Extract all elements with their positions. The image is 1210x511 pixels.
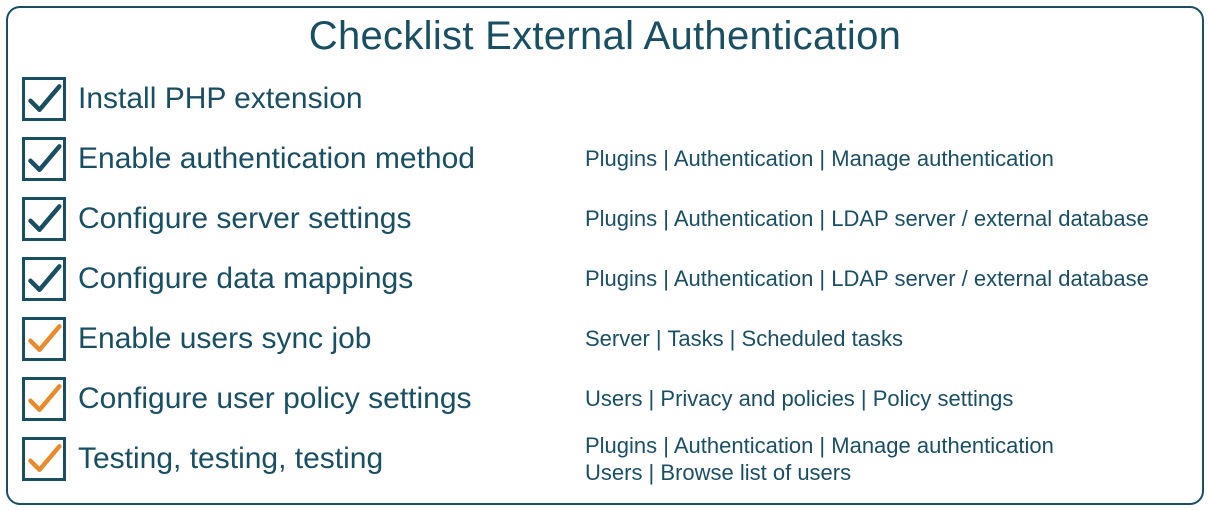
checklist-row: Install PHP extension <box>22 69 1188 129</box>
checkmark-icon <box>26 261 62 297</box>
checkbox <box>22 317 66 361</box>
item-label: Enable authentication method <box>78 142 573 176</box>
item-path: Plugins | Authentication | Manage authen… <box>585 145 1054 173</box>
item-path: Server | Tasks | Scheduled tasks <box>585 325 903 353</box>
panel-title: Checklist External Authentication <box>22 14 1188 59</box>
checklist-row: Enable authentication method Plugins | A… <box>22 129 1188 189</box>
checklist-row: Configure user policy settings Users | P… <box>22 369 1188 429</box>
checklist-row: Configure data mappings Plugins | Authen… <box>22 249 1188 309</box>
item-path: Plugins | Authentication | LDAP server /… <box>585 265 1149 293</box>
item-label: Enable users sync job <box>78 322 573 356</box>
checkmark-icon <box>26 141 62 177</box>
item-path: Users | Privacy and policies | Policy se… <box>585 385 1013 413</box>
item-label: Configure user policy settings <box>78 382 573 416</box>
checkbox <box>22 437 66 481</box>
checkmark-icon <box>26 381 62 417</box>
checklist-row: Enable users sync job Server | Tasks | S… <box>22 309 1188 369</box>
checklist-row: Configure server settings Plugins | Auth… <box>22 189 1188 249</box>
item-label: Testing, testing, testing <box>78 442 573 476</box>
checkbox <box>22 197 66 241</box>
item-path: Plugins | Authentication | LDAP server /… <box>585 205 1149 233</box>
checkmark-icon <box>26 321 62 357</box>
checkmark-icon <box>26 201 62 237</box>
item-label: Install PHP extension <box>78 82 573 116</box>
checklist-row: Testing, testing, testing Plugins | Auth… <box>22 429 1188 489</box>
checkmark-icon <box>26 441 62 477</box>
checkbox <box>22 377 66 421</box>
checkbox <box>22 137 66 181</box>
item-label: Configure server settings <box>78 202 573 236</box>
checkmark-icon <box>26 81 62 117</box>
item-label: Configure data mappings <box>78 262 573 296</box>
checkbox <box>22 77 66 121</box>
checklist-panel: Checklist External Authentication Instal… <box>6 6 1204 505</box>
item-path: Plugins | Authentication | Manage authen… <box>585 432 1054 487</box>
checkbox <box>22 257 66 301</box>
